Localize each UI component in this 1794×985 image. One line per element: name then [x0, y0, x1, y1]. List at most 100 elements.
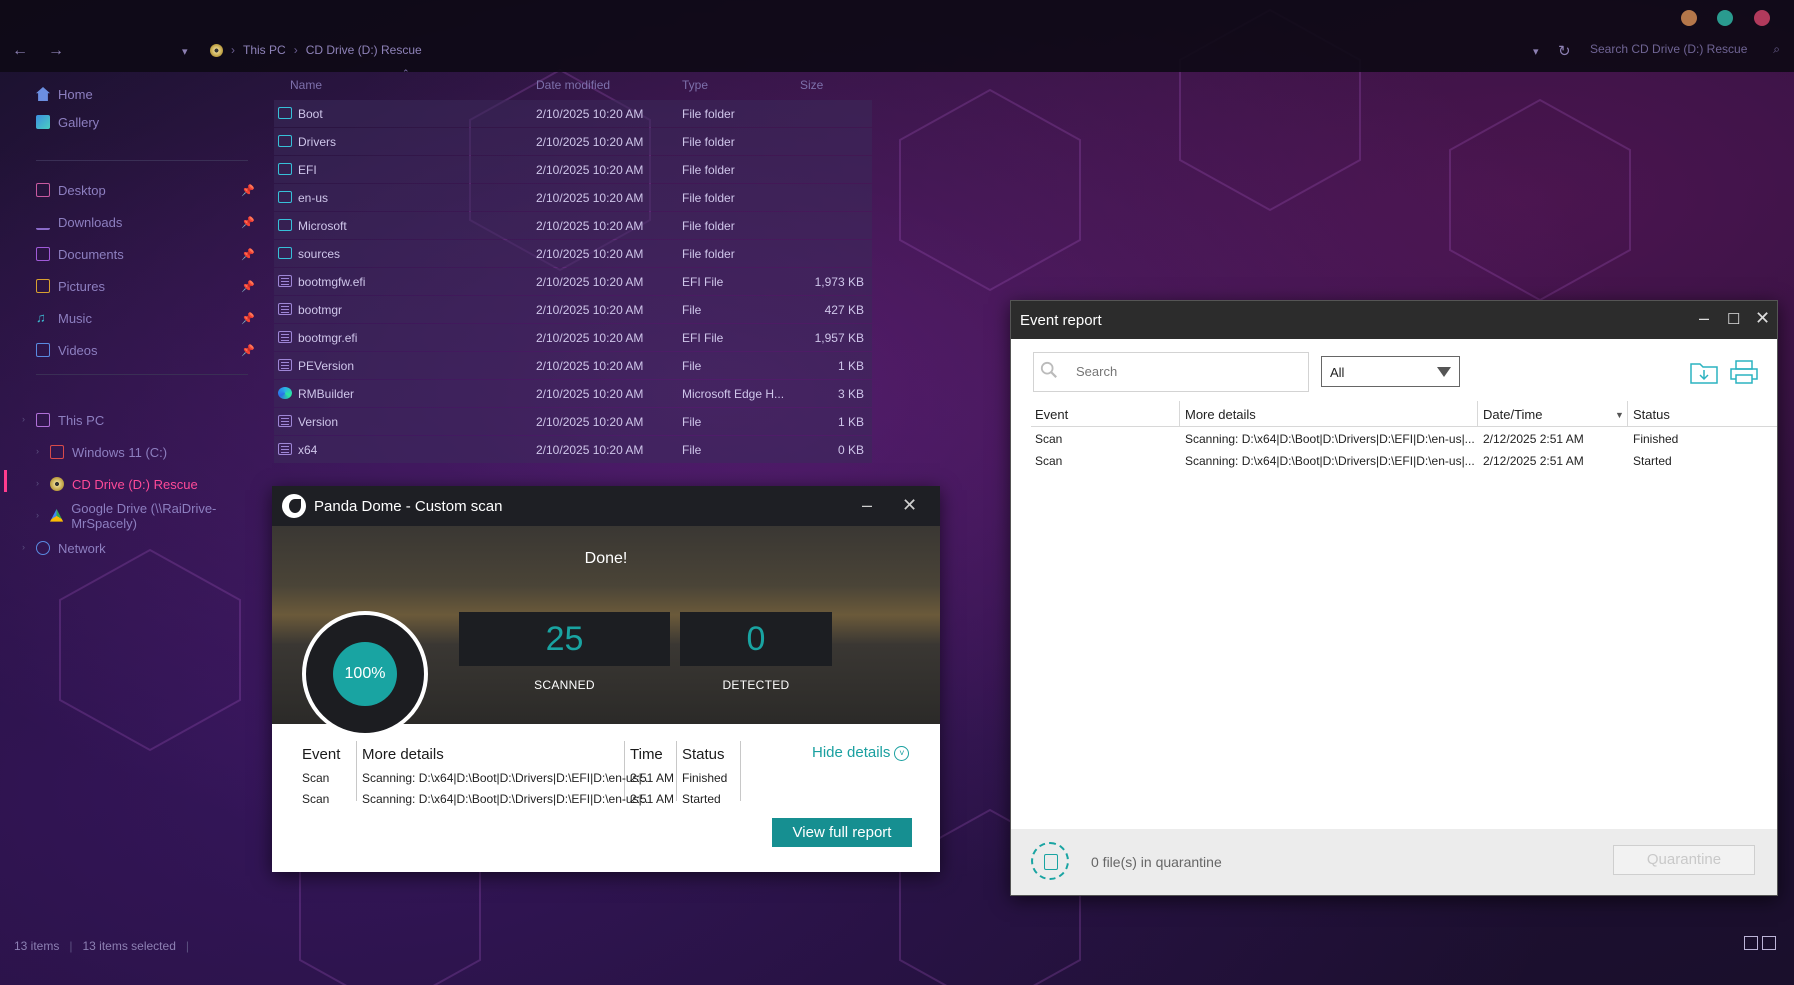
view-full-report-button[interactable]: View full report	[772, 818, 912, 847]
sidebar-item-google-drive[interactable]: Google Drive (\\RaiDrive-MrSpacely)	[50, 501, 270, 531]
file-row[interactable]: x64 2/10/2025 10:20 AM File 0 KB	[274, 436, 872, 463]
pc-icon	[36, 413, 50, 427]
column-header-type[interactable]: Type	[682, 78, 708, 92]
file-name: Microsoft	[298, 218, 347, 233]
file-row[interactable]: Drivers 2/10/2025 10:20 AM File folder	[274, 128, 872, 155]
breadcrumb-this-pc[interactable]: This PC	[243, 43, 286, 57]
quarantine-count: 0 file(s) in quarantine	[1091, 854, 1222, 870]
file-row[interactable]: bootmgfw.efi 2/10/2025 10:20 AM EFI File 1,…	[274, 268, 872, 295]
forward-arrow-icon[interactable]: →	[48, 42, 64, 60]
expand-chevron-icon[interactable]: ›	[36, 510, 39, 520]
pin-icon[interactable]: 📌	[241, 216, 255, 229]
sidebar-divider	[36, 160, 248, 161]
file-row[interactable]: bootmgr.efi 2/10/2025 10:20 AM EFI File 1,9…	[274, 324, 872, 351]
details-view-icon[interactable]	[1744, 936, 1758, 950]
file-row[interactable]: RMBuilder 2/10/2025 10:20 AM Microsoft Edg…	[274, 380, 872, 407]
window-close-dot[interactable]	[1754, 10, 1770, 26]
sidebar-item-this-pc[interactable]: This PC	[36, 409, 104, 431]
window-minimize-dot[interactable]	[1681, 10, 1697, 26]
sidebar-item-windows-c[interactable]: Windows 11 (C:)	[50, 441, 167, 463]
pin-icon[interactable]: 📌	[241, 280, 255, 293]
desktop-icon	[36, 183, 50, 197]
file-size: 1 KB	[837, 414, 864, 429]
column-header-event[interactable]: Event	[1035, 407, 1068, 422]
sidebar-item-pictures[interactable]: Pictures	[36, 275, 105, 297]
file-row[interactable]: Version 2/10/2025 10:20 AM File 1 KB	[274, 408, 872, 435]
pin-icon[interactable]: 📌	[241, 312, 255, 325]
row-status: Finished	[682, 771, 728, 785]
row-status[interactable]: Finished	[1633, 432, 1678, 446]
column-header-datetime[interactable]: Date/Time	[1483, 407, 1542, 422]
row-details[interactable]: Scanning: D:\x64|D:\Boot|D:\Drivers|D:\E…	[1185, 432, 1475, 446]
file-row[interactable]: Microsoft 2/10/2025 10:20 AM File folder	[274, 212, 872, 239]
file-row[interactable]: bootmgr 2/10/2025 10:20 AM File 427 KB	[274, 296, 872, 323]
column-header-size[interactable]: Size	[800, 78, 823, 92]
hide-details-link[interactable]: Hide details ˅	[812, 744, 910, 761]
file-row[interactable]: PEVersion 2/10/2025 10:20 AM File 1 KB	[274, 352, 872, 379]
explorer-search-input[interactable]: Search CD Drive (D:) Rescue ⌕	[1590, 42, 1780, 56]
sidebar-item-documents[interactable]: Documents	[36, 243, 124, 265]
row-status[interactable]: Started	[1633, 454, 1672, 468]
sidebar-item-gallery[interactable]: Gallery	[36, 111, 99, 133]
expand-chevron-icon[interactable]: ›	[22, 414, 25, 424]
expand-chevron-icon[interactable]: ›	[36, 478, 39, 488]
sidebar-item-videos[interactable]: Videos	[36, 339, 98, 361]
column-header-more-details[interactable]: More details	[1185, 407, 1256, 422]
breadcrumb-cd-drive[interactable]: CD Drive (D:) Rescue	[306, 43, 422, 57]
sidebar-item-label: Google Drive (\\RaiDrive-MrSpacely)	[71, 501, 217, 531]
expand-chevron-icon[interactable]: ›	[22, 542, 25, 552]
sidebar-item-label: Videos	[58, 342, 98, 358]
event-search-input[interactable]	[1074, 363, 1298, 380]
event-report-title-bar: Event report – ☐ ✕	[1011, 301, 1777, 339]
panda-title-bar: Panda Dome - Custom scan – ✕	[272, 486, 940, 526]
row-details[interactable]: Scanning: D:\x64|D:\Boot|D:\Drivers|D:\E…	[1185, 454, 1475, 468]
pin-icon[interactable]: 📌	[241, 248, 255, 261]
close-icon[interactable]: ✕	[902, 495, 917, 516]
sidebar-item-downloads[interactable]: Downloads	[36, 211, 122, 233]
file-row[interactable]: EFI 2/10/2025 10:20 AM File folder	[274, 156, 872, 183]
row-datetime[interactable]: 2/12/2025 2:51 AM	[1483, 454, 1584, 468]
close-icon[interactable]: ✕	[1755, 308, 1770, 329]
export-folder-icon[interactable]	[1689, 359, 1719, 385]
panda-window-title: Panda Dome - Custom scan	[314, 498, 503, 515]
pin-icon[interactable]: 📌	[241, 184, 255, 197]
minimize-icon[interactable]: –	[1699, 308, 1709, 329]
chevron-down-icon: ˅	[894, 745, 910, 761]
tiles-view-icon[interactable]	[1762, 936, 1776, 950]
sidebar-item-label: CD Drive (D:) Rescue	[72, 476, 198, 492]
minimize-icon[interactable]: –	[862, 495, 872, 516]
recent-locations-chevron-icon[interactable]: ▾	[182, 45, 188, 58]
file-date: 2/10/2025 10:20 AM	[536, 386, 644, 401]
sidebar-item-desktop[interactable]: Desktop	[36, 179, 106, 201]
maximize-icon[interactable]: ☐	[1727, 310, 1740, 328]
file-type: EFI File	[682, 274, 724, 289]
event-filter-dropdown[interactable]: All	[1321, 356, 1460, 387]
google-drive-icon	[50, 509, 64, 522]
column-header-name[interactable]: Name	[290, 78, 322, 92]
row-event[interactable]: Scan	[1035, 432, 1062, 446]
address-dropdown-chevron-icon[interactable]: ▾	[1533, 45, 1539, 58]
quarantine-button[interactable]: Quarantine	[1613, 845, 1755, 875]
sidebar-item-music[interactable]: ♫ Music	[36, 307, 92, 329]
column-header-status[interactable]: Status	[1633, 407, 1670, 422]
sidebar-item-cd-drive[interactable]: CD Drive (D:) Rescue	[50, 473, 198, 495]
row-event[interactable]: Scan	[1035, 454, 1062, 468]
file-row[interactable]: Boot 2/10/2025 10:20 AM File folder	[274, 100, 872, 127]
column-header-date[interactable]: Date modified	[536, 78, 610, 92]
row-datetime[interactable]: 2/12/2025 2:51 AM	[1483, 432, 1584, 446]
file-name: bootmgr	[298, 302, 343, 317]
expand-chevron-icon[interactable]: ›	[36, 446, 39, 456]
explorer-status-bar: 13 items | 13 items selected |	[14, 939, 189, 953]
file-row[interactable]: sources 2/10/2025 10:20 AM File folder	[274, 240, 872, 267]
file-row[interactable]: en-us 2/10/2025 10:20 AM File folder	[274, 184, 872, 211]
printer-icon[interactable]	[1729, 359, 1759, 385]
item-count: 13 items	[14, 939, 60, 953]
pin-icon[interactable]: 📌	[241, 344, 255, 357]
refresh-icon[interactable]: ↻	[1558, 42, 1571, 60]
back-arrow-icon[interactable]: ←	[12, 42, 28, 60]
file-size: 1 KB	[837, 358, 864, 373]
window-maximize-dot[interactable]	[1717, 10, 1733, 26]
sidebar-item-network[interactable]: Network	[36, 537, 106, 559]
file-name: Boot	[298, 106, 323, 121]
sidebar-item-home[interactable]: Home	[36, 83, 93, 105]
